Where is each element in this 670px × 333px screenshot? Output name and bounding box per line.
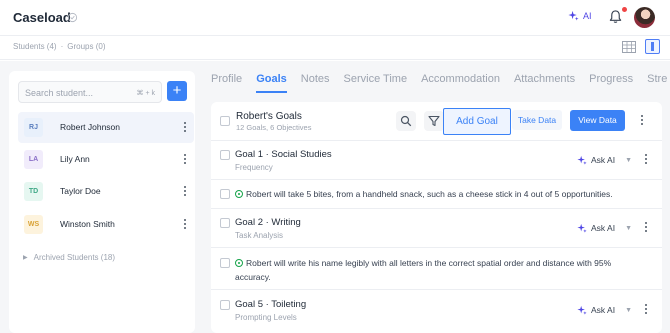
chevron-down-icon: ▼ bbox=[625, 156, 633, 164]
bell-icon[interactable] bbox=[608, 9, 623, 24]
kebab-menu-icon[interactable] bbox=[643, 222, 649, 234]
divider bbox=[211, 247, 662, 248]
student-name: Taylor Doe bbox=[60, 186, 101, 196]
divider bbox=[211, 289, 662, 290]
goal-subtitle: Prompting Levels bbox=[235, 313, 297, 322]
goal-subtitle: Frequency bbox=[235, 163, 273, 172]
chevron-down-icon: ▼ bbox=[625, 306, 633, 314]
archived-students-toggle[interactable]: ▶ Archived Students (18) bbox=[23, 253, 115, 262]
student-sidebar: Search student... ⌘ + k + RJ Robert John… bbox=[9, 71, 195, 333]
kebab-menu-icon[interactable] bbox=[182, 122, 188, 134]
tab-notes[interactable]: Notes bbox=[301, 73, 330, 89]
view-data-button[interactable]: View Data bbox=[570, 110, 625, 131]
goals-subtitle: 12 Goals, 6 Objectives bbox=[236, 123, 312, 132]
search-shortcut: ⌘ + k bbox=[136, 90, 155, 97]
user-avatar[interactable] bbox=[634, 7, 655, 28]
app-title: Caseload bbox=[13, 10, 71, 25]
student-item-winston-smith[interactable]: WS Winston Smith bbox=[18, 209, 194, 240]
student-search-input[interactable]: Search student... ⌘ + k bbox=[18, 81, 162, 103]
goal-title: Goal 1 · Social Studies bbox=[235, 149, 332, 160]
tab-stre[interactable]: Stre bbox=[647, 73, 667, 89]
breadcrumb-separator: · bbox=[60, 42, 64, 51]
filter-button[interactable] bbox=[424, 111, 444, 131]
ask-ai-button[interactable]: Ask AI ▼ bbox=[577, 305, 632, 315]
cloud-sync-icon bbox=[67, 12, 78, 23]
objective-label: Robert will take 5 bites, from a handhel… bbox=[246, 189, 613, 199]
breadcrumb: Students (4) · Groups (0) bbox=[13, 42, 105, 51]
kebab-menu-icon[interactable] bbox=[182, 154, 188, 166]
search-button[interactable] bbox=[396, 111, 416, 131]
goal-checkbox[interactable] bbox=[220, 218, 230, 228]
add-student-button[interactable]: + bbox=[167, 81, 187, 101]
groups-count-link[interactable]: Groups (0) bbox=[67, 42, 105, 51]
ask-ai-label: Ask AI bbox=[591, 305, 616, 315]
ask-ai-label: Ask AI bbox=[591, 155, 616, 165]
target-icon bbox=[235, 190, 243, 198]
ask-ai-button[interactable]: Ask AI ▼ bbox=[577, 155, 632, 165]
panel-view-icon[interactable] bbox=[645, 39, 660, 54]
tab-bar: Profile Goals Notes Service Time Accommo… bbox=[211, 73, 670, 93]
search-placeholder: Search student... bbox=[25, 88, 94, 98]
goal-subtitle: Task Analysis bbox=[235, 231, 284, 240]
goal-checkbox[interactable] bbox=[220, 300, 230, 310]
student-initials: WS bbox=[24, 215, 43, 234]
student-item-taylor-doe[interactable]: TD Taylor Doe bbox=[18, 176, 194, 207]
table-view-icon[interactable] bbox=[622, 40, 636, 54]
notification-dot bbox=[622, 7, 627, 12]
sparkle-icon bbox=[577, 155, 587, 165]
select-all-checkbox[interactable] bbox=[220, 116, 230, 126]
kebab-menu-icon[interactable] bbox=[639, 115, 645, 127]
sparkle-icon bbox=[577, 223, 587, 233]
goals-panel: Robert's Goals 12 Goals, 6 Objectives Ad… bbox=[211, 102, 662, 333]
kebab-menu-icon[interactable] bbox=[643, 304, 649, 316]
student-item-lily-ann[interactable]: LA Lily Ann bbox=[18, 144, 194, 175]
kebab-menu-icon[interactable] bbox=[182, 186, 188, 198]
chevron-right-icon: ▶ bbox=[23, 255, 28, 261]
goals-title: Robert's Goals bbox=[236, 111, 302, 122]
divider bbox=[211, 140, 662, 141]
take-data-button[interactable]: Take Data bbox=[512, 110, 562, 130]
student-item-robert-johnson[interactable]: RJ Robert Johnson bbox=[18, 112, 194, 143]
goal-checkbox[interactable] bbox=[220, 150, 230, 160]
objective-label: Robert will write his name legibly with … bbox=[235, 258, 612, 282]
students-count-link[interactable]: Students (4) bbox=[13, 42, 57, 51]
target-icon bbox=[235, 259, 243, 267]
objective-text: Robert will write his name legibly with … bbox=[235, 256, 615, 284]
student-name: Robert Johnson bbox=[60, 122, 121, 132]
kebab-menu-icon[interactable] bbox=[643, 154, 649, 166]
objective-checkbox[interactable] bbox=[220, 258, 230, 268]
sparkle-icon bbox=[577, 305, 587, 315]
tab-goals[interactable]: Goals bbox=[256, 73, 287, 93]
tab-progress[interactable]: Progress bbox=[589, 73, 633, 89]
archived-students-label: Archived Students (18) bbox=[33, 253, 115, 262]
goal-title: Goal 5 · Toileting bbox=[235, 299, 307, 310]
ask-ai-button[interactable]: Ask AI ▼ bbox=[577, 223, 632, 233]
chevron-down-icon: ▼ bbox=[625, 224, 633, 232]
divider bbox=[211, 179, 662, 180]
ai-label: AI bbox=[583, 10, 592, 21]
student-initials: TD bbox=[24, 182, 43, 201]
goal-title: Goal 2 · Writing bbox=[235, 217, 301, 228]
tab-service-time[interactable]: Service Time bbox=[344, 73, 408, 89]
search-icon bbox=[400, 115, 412, 127]
add-goal-button[interactable]: Add Goal bbox=[443, 108, 511, 135]
ai-button[interactable]: AI bbox=[568, 10, 592, 21]
ask-ai-label: Ask AI bbox=[591, 223, 616, 233]
tab-attachments[interactable]: Attachments bbox=[514, 73, 575, 89]
student-initials: LA bbox=[24, 150, 43, 169]
objective-text: Robert will take 5 bites, from a handhel… bbox=[235, 187, 615, 201]
sub-bar: Students (4) · Groups (0) bbox=[0, 36, 670, 60]
kebab-menu-icon[interactable] bbox=[182, 219, 188, 231]
student-name: Lily Ann bbox=[60, 154, 90, 164]
student-name: Winston Smith bbox=[60, 219, 115, 229]
top-bar: Caseload AI bbox=[0, 0, 670, 36]
objective-checkbox[interactable] bbox=[220, 189, 230, 199]
student-initials: RJ bbox=[24, 118, 43, 137]
divider bbox=[211, 208, 662, 209]
tab-accommodation[interactable]: Accommodation bbox=[421, 73, 500, 89]
filter-icon bbox=[428, 115, 440, 127]
sparkle-icon bbox=[568, 10, 579, 21]
tab-profile[interactable]: Profile bbox=[211, 73, 242, 89]
